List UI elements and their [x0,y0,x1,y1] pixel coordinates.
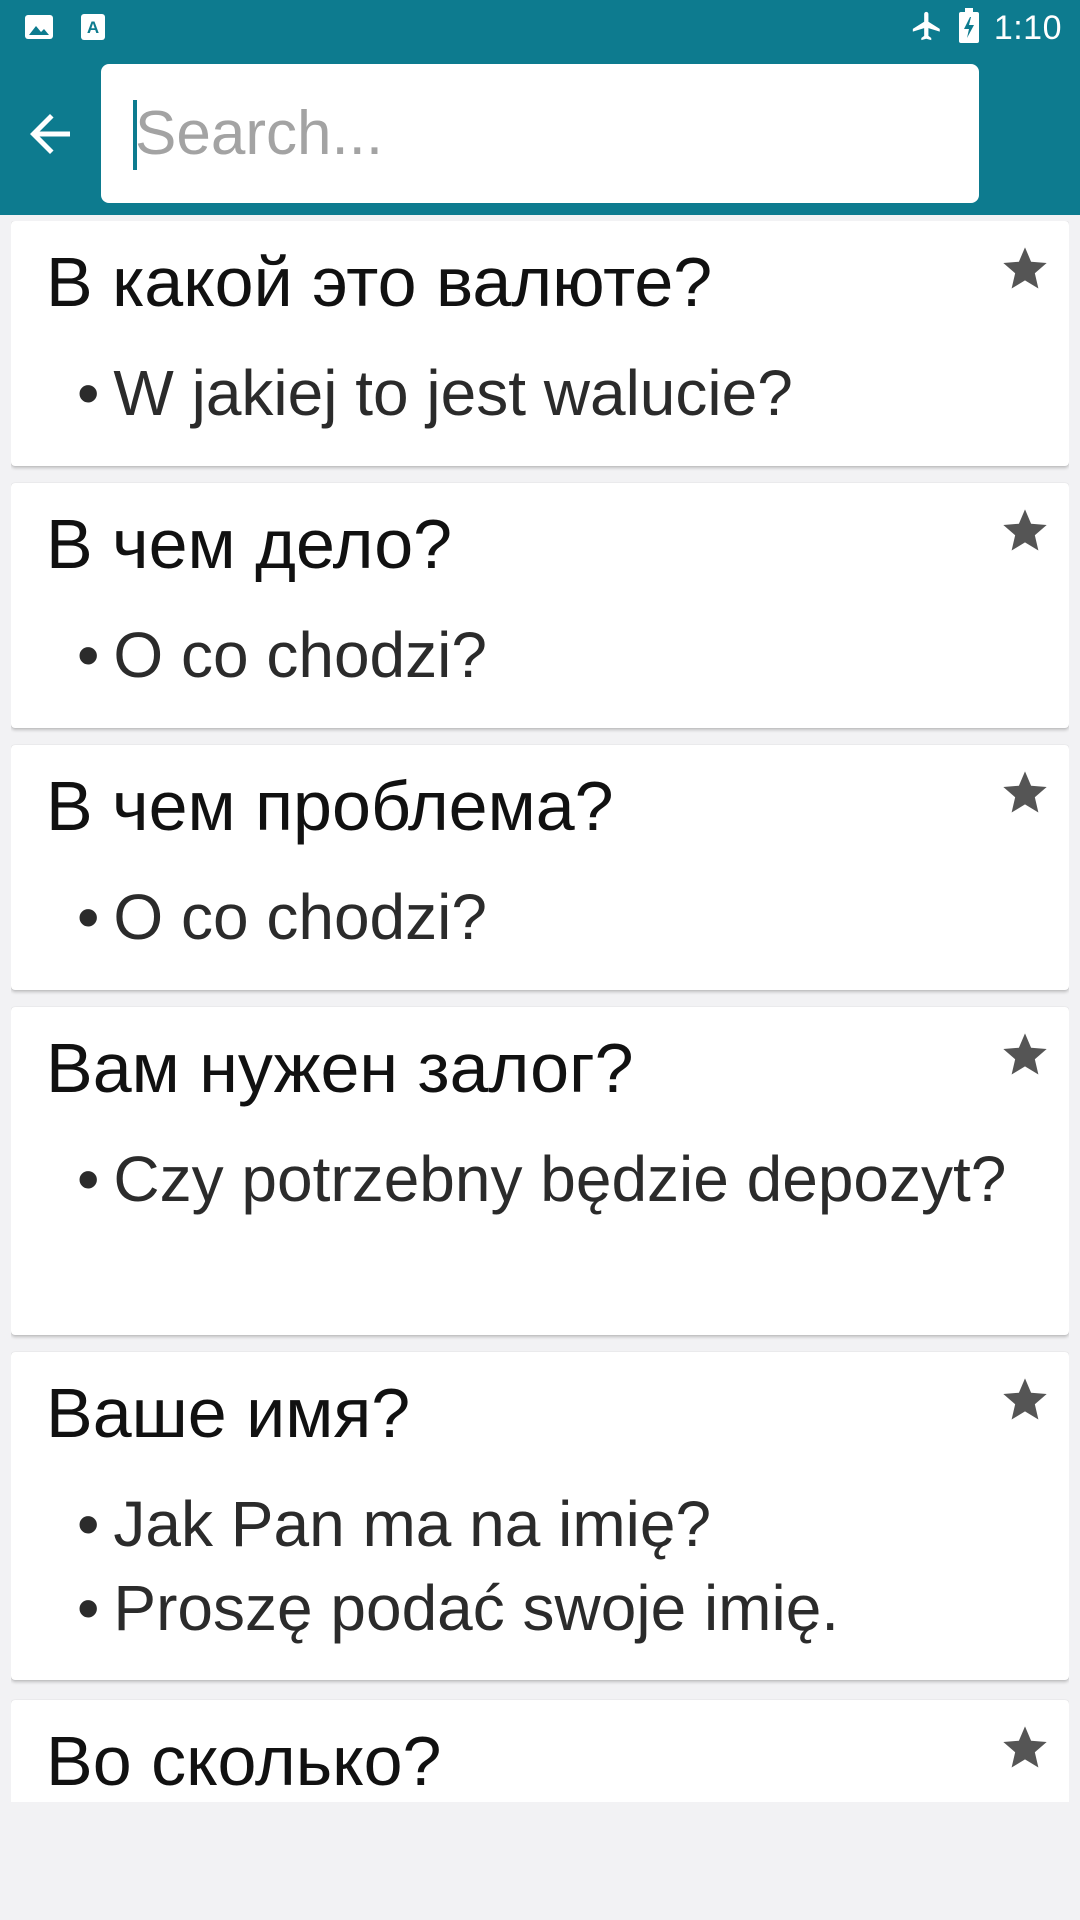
star-icon [1003,771,1047,813]
phrase-card[interactable]: Вам нужен залог? • Czy potrzebny będzie de… [11,1007,1069,1335]
phrase-text: В какой это валюте? [46,243,713,321]
phrase-text: Во сколько? [46,1722,442,1800]
star-icon [1003,247,1047,289]
favorite-star-button[interactable] [999,1374,1051,1426]
translation-item: • Jak Pan ma na imię? [77,1482,1017,1566]
translation-text: O co chodzi? [113,881,487,953]
favorite-star-button[interactable] [999,1722,1051,1774]
translation-item: • Czy potrzebny będzie depozyt? [77,1137,1017,1221]
back-button[interactable] [14,98,86,170]
translation-list: • W jakiej to jest walucie? [77,351,1017,435]
phrase-list[interactable]: В какой это валюте? • W jakiej to jest wal… [11,221,1069,1802]
phrase-card[interactable]: В какой это валюте? • W jakiej to jest wal… [11,221,1069,466]
translation-list: • O co chodzi? [77,875,1017,959]
bullet: • [77,1572,100,1644]
star-icon [1003,1726,1047,1768]
arrow-left-icon [30,114,70,154]
battery-charging-icon [958,7,980,49]
translation-list: • Czy potrzebny będzie depozyt? [77,1137,1017,1221]
translation-text: Czy potrzebny będzie depozyt? [113,1143,1007,1215]
translation-list: • O co chodzi? [77,613,1017,697]
status-time: 1:10 [993,8,1062,47]
translation-item: • W jakiej to jest walucie? [77,351,1017,435]
phrase-card[interactable]: В чем дело? • O co chodzi? [11,483,1069,728]
favorite-star-button[interactable] [999,505,1051,557]
translation-text: Jak Pan ma na imię? [113,1488,712,1560]
bullet: • [77,357,100,429]
status-bar-left: A [24,12,110,42]
phrase-text: В чем дело? [46,505,453,583]
translation-text: W jakiej to jest walucie? [113,357,793,429]
bullet: • [77,1143,100,1215]
translation-item: • O co chodzi? [77,875,1017,959]
translation-item: • Proszę podać swoje imię. [77,1566,1017,1650]
bullet: • [77,881,100,953]
translation-list: • Jak Pan ma na imię? • Proszę podać swoje … [77,1482,1017,1650]
search-input[interactable] [129,64,949,203]
search-box[interactable] [101,64,979,203]
favorite-star-button[interactable] [999,243,1051,295]
star-icon [1003,1033,1047,1075]
app-bar: A 1:10 [0,0,1080,215]
phrase-text: В чем проблема? [46,767,614,845]
phrase-card[interactable]: Ваше имя? • Jak Pan ma na imię? • Proszę pod… [11,1352,1069,1680]
status-bar-right: 1:10 [910,6,1062,50]
bullet: • [77,619,100,691]
favorite-star-button[interactable] [999,767,1051,819]
bullet: • [77,1488,100,1560]
airplane-mode-icon [910,9,944,48]
translation-text: O co chodzi? [113,619,487,691]
phrase-text: Вам нужен залог? [46,1029,634,1107]
favorite-star-button[interactable] [999,1029,1051,1081]
phrase-card[interactable]: Во сколько? [11,1700,1069,1802]
phrase-card[interactable]: В чем проблема? • O co chodzi? [11,745,1069,990]
image-icon [24,12,54,42]
phrase-text: Ваше имя? [46,1374,411,1452]
translation-item: • O co chodzi? [77,613,1017,697]
translation-text: Proszę podać swoje imię. [113,1572,840,1644]
star-icon [1003,509,1047,551]
translate-app-icon: A [80,12,110,42]
svg-text:A: A [87,18,99,37]
star-icon [1003,1378,1047,1420]
